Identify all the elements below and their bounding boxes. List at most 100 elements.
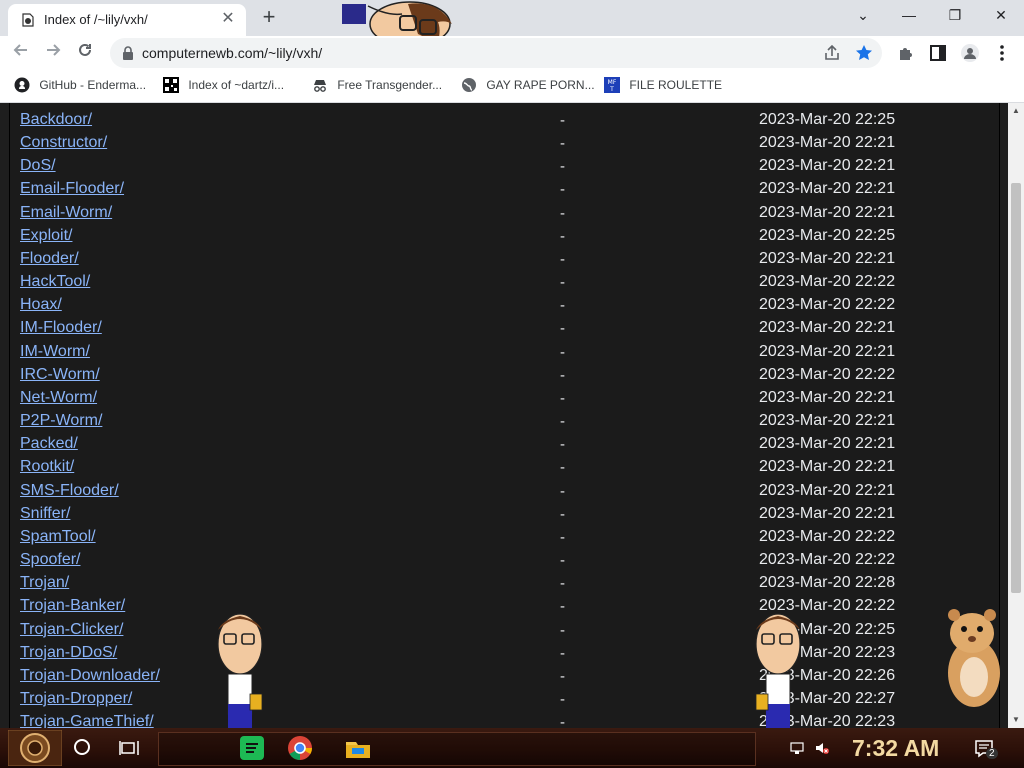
directory-link[interactable]: Net-Worm/ [20,389,97,407]
svg-text:MF: MF [608,79,617,86]
bookmark-item[interactable]: Free Transgender... [312,77,442,95]
directory-link[interactable]: Rootkit/ [20,458,74,476]
listing-row: Email-Flooder/ - 2023-Mar-20 22:21 [10,180,990,203]
directory-link[interactable]: P2P-Worm/ [20,412,102,430]
scroll-up-arrow-icon[interactable]: ▲ [1011,106,1021,116]
cartoon-man-sticker [217,613,263,728]
directory-link[interactable]: Trojan/ [20,574,69,592]
side-panel-icon[interactable] [928,43,948,63]
listing-row: SpamTool/ - 2023-Mar-20 22:22 [10,528,990,551]
directory-link[interactable]: Trojan-DDoS/ [20,644,117,662]
listing-row: IM-Flooder/ - 2023-Mar-20 22:21 [10,319,990,342]
file-size: - [560,204,565,222]
bookmark-label: FILE ROULETTE [629,78,723,92]
listing-row: Packed/ - 2023-Mar-20 22:21 [10,435,990,458]
taskbar: 7:32 AM 2 [0,728,1024,768]
restore-button[interactable]: ❐ [940,4,970,26]
task-view-icon[interactable] [118,739,140,759]
directory-link[interactable]: IM-Flooder/ [20,319,102,337]
directory-link[interactable]: Backdoor/ [20,111,92,129]
directory-link[interactable]: Trojan-Dropper/ [20,690,132,708]
forward-button[interactable] [40,40,66,66]
directory-link[interactable]: Constructor/ [20,134,107,152]
volume-muted-icon[interactable] [814,740,830,756]
directory-link[interactable]: Trojan-Downloader/ [20,667,160,685]
file-size: - [560,505,565,523]
bookmark-label: GAY RAPE PORN... [486,78,595,92]
directory-link[interactable]: Packed/ [20,435,78,453]
scroll-down-arrow-icon[interactable]: ▼ [1011,715,1021,725]
modified-date: 2023-Mar-20 22:21 [759,180,896,198]
taskbar-clock[interactable]: 7:32 AM [852,735,939,762]
scroll-thumb[interactable] [1011,183,1021,593]
tab-strip: Index of /~lily/vxh/ ✕ + ⌄ — ❐ ✕ [0,0,1024,49]
new-tab-button[interactable]: + [258,6,280,29]
file-size: - [560,575,565,593]
directory-link[interactable]: HackTool/ [20,273,90,291]
listing-row: HackTool/ - 2023-Mar-20 22:22 [10,273,990,296]
directory-link[interactable]: Hoax/ [20,296,62,314]
directory-link[interactable]: IM-Worm/ [20,343,90,361]
page-scrollbar[interactable]: ▲ ▼ [1008,103,1024,728]
directory-link[interactable]: Trojan-Clicker/ [20,621,123,639]
share-icon[interactable] [822,43,842,63]
cortana-search-icon[interactable] [74,739,90,755]
reload-button[interactable] [72,40,98,66]
menu-kebab-icon[interactable] [992,43,1012,63]
listing-row: Spoofer/ - 2023-Mar-20 22:22 [10,551,990,574]
close-window-button[interactable]: ✕ [986,4,1016,26]
directory-link[interactable]: SMS-Flooder/ [20,482,119,500]
directory-link[interactable]: SpamTool/ [20,528,96,546]
directory-link[interactable]: Sniffer/ [20,505,70,523]
listing-row: IRC-Worm/ - 2023-Mar-20 22:22 [10,366,990,389]
file-explorer-icon[interactable] [344,734,372,762]
back-arrow-icon [13,44,27,56]
directory-link[interactable]: Email-Flooder/ [20,180,124,198]
network-icon[interactable] [790,740,806,756]
tab-favicon-icon [22,13,34,27]
modified-date: 2023-Mar-20 22:21 [759,504,896,522]
bookmark-star-icon[interactable] [854,43,874,63]
modified-date: 2023-Mar-20 22:21 [759,342,896,360]
extensions-puzzle-icon[interactable] [896,43,916,63]
directory-link[interactable]: Flooder/ [20,250,79,268]
listing-row: DoS/ - 2023-Mar-20 22:21 [10,157,990,180]
directory-link[interactable]: IRC-Worm/ [20,366,100,384]
file-size: - [560,227,565,245]
directory-link[interactable]: Trojan-Banker/ [20,597,125,615]
bookmark-item[interactable]: GAY RAPE PORN... [461,77,595,95]
directory-link[interactable]: Trojan-GameThief/ [20,713,154,728]
directory-link[interactable]: Spoofer/ [20,551,80,569]
start-button-icon[interactable] [8,730,62,766]
directory-link[interactable]: Email-Worm/ [20,204,112,222]
spotify-icon[interactable] [238,734,266,762]
bookmark-label: Free Transgender... [337,78,443,92]
listing-row: Sniffer/ - 2023-Mar-20 22:21 [10,505,990,528]
file-size: - [560,667,565,685]
modified-date: 2023-Mar-20 22:21 [759,157,896,175]
back-button[interactable] [8,40,34,66]
cartoon-man-sticker [755,613,801,728]
tab-active[interactable]: Index of /~lily/vxh/ ✕ [8,4,246,36]
profile-avatar-icon[interactable] [960,43,980,63]
globe-icon [462,78,476,92]
file-size: - [560,366,565,384]
file-size: - [560,389,565,407]
qr-icon [163,77,179,93]
file-size: - [560,691,565,708]
modified-date: 2023-Mar-20 22:21 [759,203,896,221]
address-bar[interactable]: computernewb.com/~lily/vxh/ [110,38,882,68]
incognito-icon [314,80,326,92]
directory-link[interactable]: DoS/ [20,157,56,175]
file-size: - [560,112,565,129]
bookmark-item[interactable]: MF T FILE ROULETTE [604,77,722,95]
bookmark-item[interactable]: Index of ~dartz/i... [163,77,284,95]
tab-search-button[interactable]: ⌄ [848,4,878,26]
minimize-button[interactable]: — [894,4,924,26]
chrome-icon[interactable] [286,734,314,762]
listing-row: Backdoor/ - 2023-Mar-20 22:25 [10,111,990,134]
tab-close-icon[interactable]: ✕ [220,11,236,27]
file-size: - [560,482,565,500]
directory-link[interactable]: Exploit/ [20,227,72,245]
bookmark-item[interactable]: GitHub - Enderma... [14,77,146,95]
